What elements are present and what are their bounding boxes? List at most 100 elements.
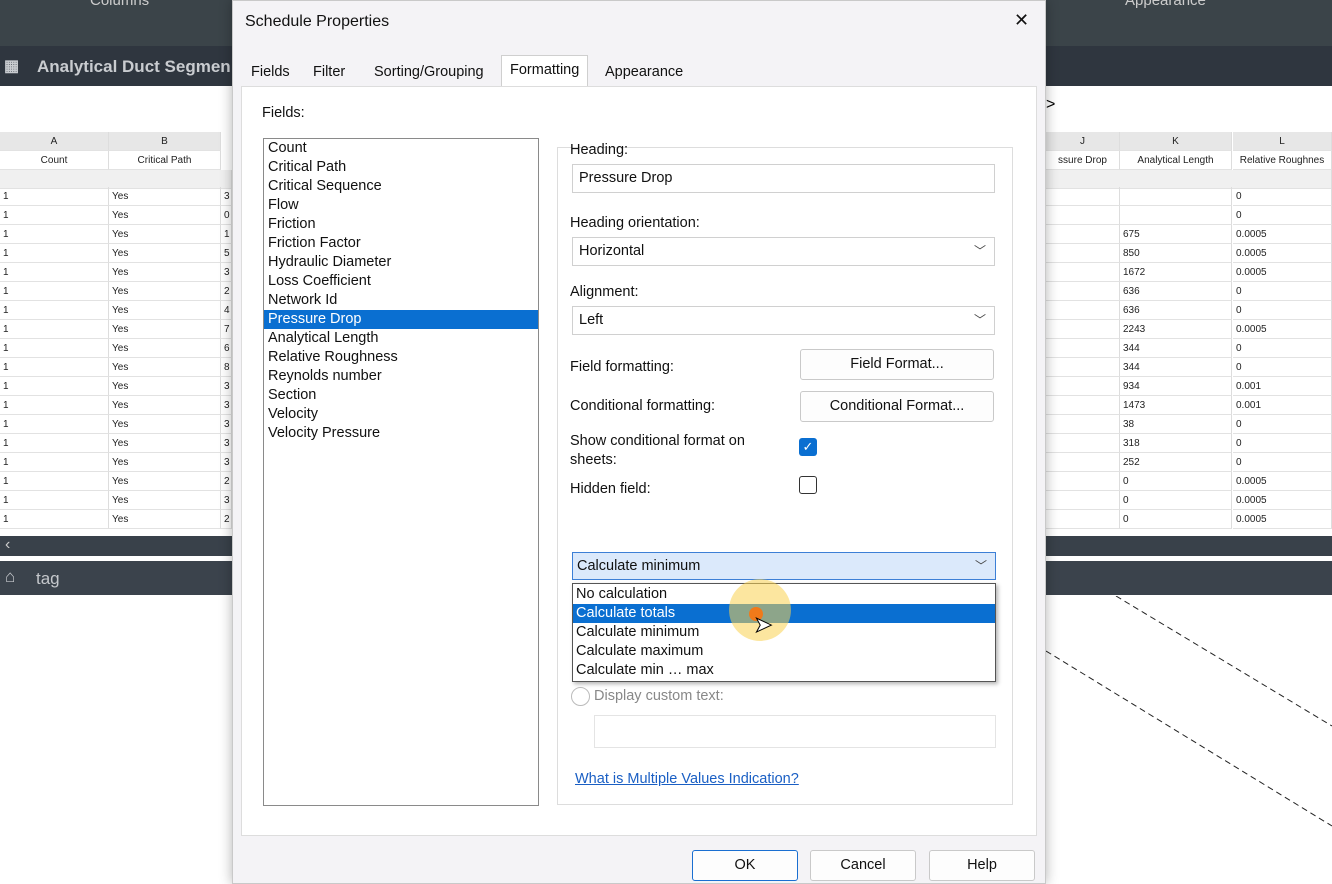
tab-fields[interactable]: Fields <box>243 58 298 86</box>
cell-partial: 3 <box>221 187 232 206</box>
field-list-item[interactable]: Friction <box>264 215 538 234</box>
heading-label: Heading: <box>570 142 629 158</box>
column-header: Critical Path <box>109 151 221 170</box>
tab-appearance[interactable]: Appearance <box>597 58 691 86</box>
custom-text-radio[interactable] <box>571 687 590 706</box>
chevron-down-icon: ﹀ <box>973 313 986 327</box>
alignment-select[interactable]: Left ﹀ <box>572 306 995 335</box>
calculation-option[interactable]: Calculate maximum <box>573 642 995 661</box>
cell-pressure-drop <box>1046 396 1120 415</box>
cell-pressure-drop <box>1046 358 1120 377</box>
field-list-item[interactable]: Loss Coefficient <box>264 272 538 291</box>
cell-relative-roughness: 0 <box>1233 301 1332 320</box>
cell-analytical-length: 934 <box>1120 377 1232 396</box>
cell-relative-roughness: 0 <box>1233 415 1332 434</box>
cell-critical-path: Yes <box>109 453 221 472</box>
cell-count: 1 <box>0 453 109 472</box>
field-list-item[interactable]: Pressure Drop <box>264 310 538 329</box>
cell-pressure-drop <box>1046 491 1120 510</box>
cell-relative-roughness: 0 <box>1233 453 1332 472</box>
cell-pressure-drop <box>1046 510 1120 529</box>
field-format-button[interactable]: Field Format... <box>800 349 994 380</box>
cell-analytical-length: 252 <box>1120 453 1232 472</box>
cell-critical-path: Yes <box>109 282 221 301</box>
custom-text-input[interactable] <box>594 715 996 748</box>
cell-pressure-drop <box>1046 320 1120 339</box>
show-conditional-checkbox[interactable]: ✓ <box>799 438 817 456</box>
field-list-item[interactable]: Analytical Length <box>264 329 538 348</box>
cell-relative-roughness: 0 <box>1233 206 1332 225</box>
cell-count: 1 <box>0 491 109 510</box>
cell-analytical-length: 2243 <box>1120 320 1232 339</box>
field-list-item[interactable]: Friction Factor <box>264 234 538 253</box>
multiple-values-help-link[interactable]: What is Multiple Values Indication? <box>575 771 799 787</box>
calculation-option[interactable]: Calculate min … max <box>573 661 995 680</box>
cell-count: 1 <box>0 358 109 377</box>
cell-count: 1 <box>0 396 109 415</box>
cell-partial: 3 <box>221 415 232 434</box>
cell-count: 1 <box>0 415 109 434</box>
field-list-item[interactable]: Network Id <box>264 291 538 310</box>
cell-count: 1 <box>0 434 109 453</box>
conditional-format-button[interactable]: Conditional Format... <box>800 391 994 422</box>
tab-filter[interactable]: Filter <box>305 58 353 86</box>
mouse-cursor-icon: ➤ <box>753 612 773 638</box>
field-list-item[interactable]: Flow <box>264 196 538 215</box>
cell-relative-roughness: 0.0005 <box>1233 491 1332 510</box>
field-list-item[interactable]: Velocity Pressure <box>264 424 538 443</box>
field-list-item[interactable]: Hydraulic Diameter <box>264 253 538 272</box>
orientation-select[interactable]: Horizontal ﹀ <box>572 237 995 266</box>
scrollbar-right[interactable] <box>1046 536 1332 556</box>
field-list-item[interactable]: Relative Roughness <box>264 348 538 367</box>
ok-button[interactable]: OK <box>692 850 798 881</box>
field-list-item[interactable]: Critical Sequence <box>264 177 538 196</box>
cell-partial: 2 <box>221 282 232 301</box>
column-letter: L <box>1233 132 1332 151</box>
heading-input[interactable]: Pressure Drop <box>572 164 995 193</box>
cell-pressure-drop <box>1046 244 1120 263</box>
field-list-item[interactable]: Reynolds number <box>264 367 538 386</box>
cell-partial: 6 <box>221 339 232 358</box>
fields-listbox[interactable]: Count Critical Path Critical Sequence Flow F… <box>263 138 539 806</box>
cell-critical-path: Yes <box>109 377 221 396</box>
calculation-select[interactable]: Calculate minimum ﹀ <box>572 552 996 580</box>
cell-critical-path: Yes <box>109 358 221 377</box>
cell-relative-roughness: 0.0005 <box>1233 472 1332 491</box>
field-list-item[interactable]: Count <box>264 139 538 158</box>
chevron-down-icon: ﹀ <box>974 559 987 573</box>
view-tab-tag[interactable]: tag <box>36 569 60 589</box>
tab-sorting-grouping[interactable]: Sorting/Grouping <box>366 58 492 86</box>
column-header: Relative Roughnes <box>1233 151 1332 170</box>
help-button[interactable]: Help <box>929 850 1035 881</box>
cell-relative-roughness: 0.0005 <box>1233 263 1332 282</box>
cell-analytical-length: 318 <box>1120 434 1232 453</box>
horizontal-scrollbar[interactable]: ‹ <box>0 536 232 556</box>
cell-critical-path: Yes <box>109 301 221 320</box>
cell-analytical-length: 0 <box>1120 491 1232 510</box>
cell-partial: 8 <box>221 358 232 377</box>
view-tab-bar-right <box>1046 561 1332 595</box>
column-header: Count <box>0 151 109 170</box>
cell-pressure-drop <box>1046 187 1120 206</box>
cell-analytical-length <box>1120 187 1232 206</box>
orientation-value: Horizontal <box>579 243 645 259</box>
hidden-field-checkbox[interactable] <box>799 476 817 494</box>
orientation-label: Heading orientation: <box>570 215 700 231</box>
cell-relative-roughness: 0 <box>1233 358 1332 377</box>
tab-formatting[interactable]: Formatting <box>501 55 589 86</box>
field-list-item[interactable]: Velocity <box>264 405 538 424</box>
cell-partial: 3 <box>221 453 232 472</box>
cell-partial: 5 <box>221 244 232 263</box>
cell-count: 1 <box>0 206 109 225</box>
cancel-button[interactable]: Cancel <box>810 850 916 881</box>
field-list-item[interactable]: Critical Path <box>264 158 538 177</box>
cell-relative-roughness: 0 <box>1233 187 1332 206</box>
cell-pressure-drop <box>1046 415 1120 434</box>
close-icon[interactable]: ✕ <box>1014 10 1029 31</box>
chevron-down-icon: ﹀ <box>973 244 986 258</box>
cell-pressure-drop <box>1046 377 1120 396</box>
cell-partial: 1 <box>221 225 232 244</box>
scroll-left-icon[interactable]: ‹ <box>5 536 10 554</box>
field-list-item[interactable]: Section <box>264 386 538 405</box>
cell-count: 1 <box>0 377 109 396</box>
